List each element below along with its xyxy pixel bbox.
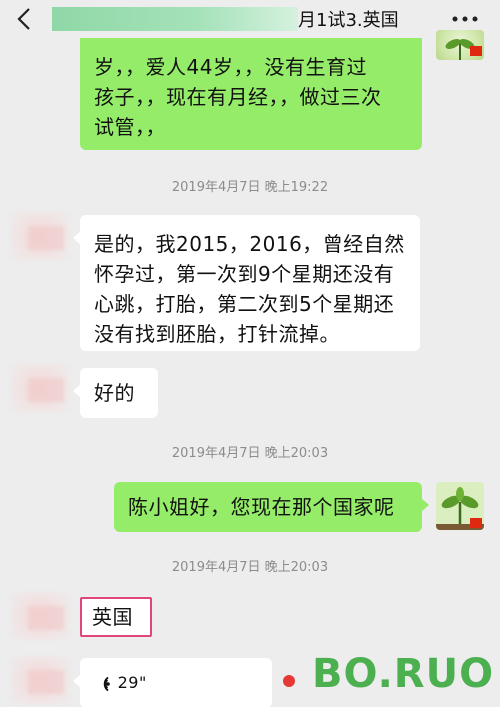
message-text-line: 英国 [92,605,133,629]
message-text-line: 心跳，打胎，第二次到5个星期还 [94,292,395,316]
bubble-tail [421,498,429,512]
message-text-line: 岁，，爱人44岁，，没有生育过 [94,55,367,79]
voice-wave-icon [103,676,110,691]
chevron-left-icon[interactable] [14,6,36,32]
message-text-line: 是的，我2015，2016，曾经自然 [94,232,405,256]
message-timestamp: 2019年4月7日 晚上20:03 [171,560,329,575]
message-text-line: 孩子，，现在有月经，，做过三次 [94,85,382,109]
message-text-line: 试管，， [94,115,166,139]
watermark-dot [283,675,295,687]
bubble-tail [73,231,81,245]
message-bubble-incoming[interactable]: 好的 [73,368,158,418]
contact-avatar[interactable] [10,656,70,704]
bubble-tail [73,674,81,688]
message-bubble-outgoing[interactable]: 陈小姐好，您现在那个国家呢 [114,482,429,532]
contact-avatar[interactable] [10,364,70,412]
message-text-line: 怀孕过，第一次到9个星期还没有 [94,262,395,286]
message-bubble-incoming[interactable]: 是的，我2015，2016，曾经自然 怀孕过，第一次到9个星期还没有 心跳，打胎… [73,215,420,351]
message-bubble-incoming[interactable]: 英国 [80,597,152,637]
message-timestamp: 2019年4月7日 晚上19:22 [171,180,329,195]
message-text-line: 没有找到胚胎，打针流掉。 [94,322,340,346]
message-text-line: 陈小姐好，您现在那个国家呢 [128,495,395,519]
voice-duration: 29" [117,673,147,692]
watermark-text: BO.RUO [312,651,495,697]
title-redaction [52,7,298,31]
bubble-tail [73,384,81,398]
voice-message-bubble[interactable]: 29" [73,658,272,707]
message-timestamp: 2019年4月7日 晚上20:03 [171,446,329,461]
flag-icon [470,46,482,56]
chat-title: 月1试3.英国 [298,10,399,31]
contact-avatar[interactable] [10,592,70,640]
flag-icon [470,518,482,528]
chat-header: 月1试3.英国 [0,0,500,38]
message-text-line: 好的 [94,381,135,405]
message-bubble-outgoing[interactable]: 岁，，爱人44岁，，没有生育过 孩子，，现在有月经，，做过三次 试管，， [80,38,422,150]
contact-avatar[interactable] [10,212,70,260]
more-dots-icon[interactable] [452,16,478,22]
